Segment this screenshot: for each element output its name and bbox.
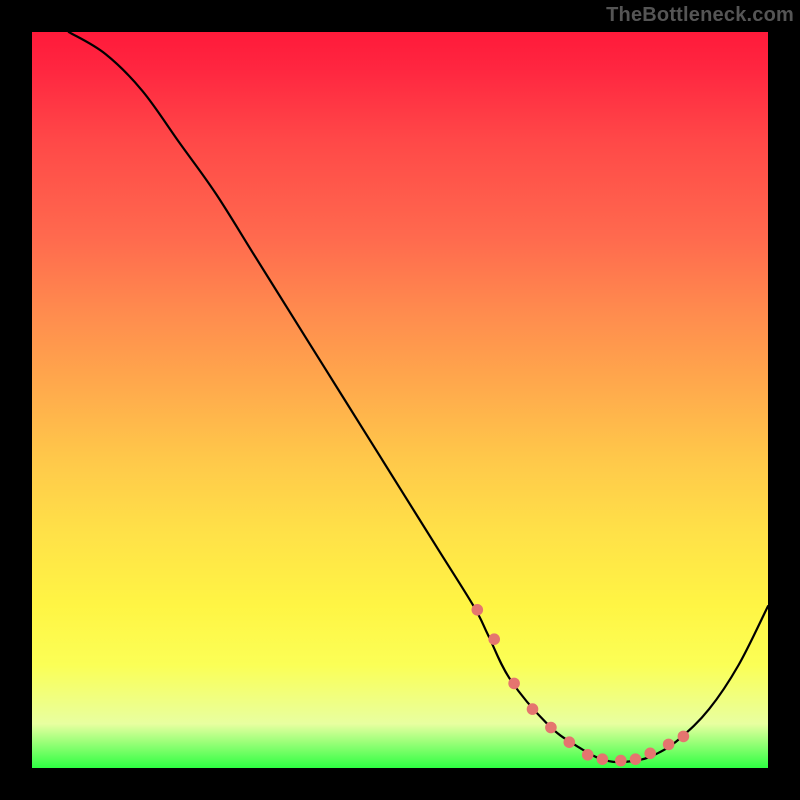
marker-dot <box>527 703 539 715</box>
plot-area <box>32 32 768 768</box>
chart-container: TheBottleneck.com <box>0 0 800 800</box>
marker-dot <box>678 731 690 743</box>
marker-dot <box>630 753 642 765</box>
bottleneck-curve <box>69 32 768 762</box>
marker-dot <box>644 748 656 760</box>
marker-dot <box>663 739 675 751</box>
watermark-text: TheBottleneck.com <box>606 4 794 27</box>
marker-dot <box>472 604 484 616</box>
highlight-markers <box>472 604 690 766</box>
marker-dot <box>508 678 520 690</box>
chart-svg <box>32 32 768 768</box>
marker-dot <box>582 749 594 761</box>
marker-dot <box>615 755 627 767</box>
marker-dot <box>564 736 576 748</box>
marker-dot <box>488 633 500 645</box>
marker-dot <box>545 722 557 734</box>
marker-dot <box>597 753 609 765</box>
